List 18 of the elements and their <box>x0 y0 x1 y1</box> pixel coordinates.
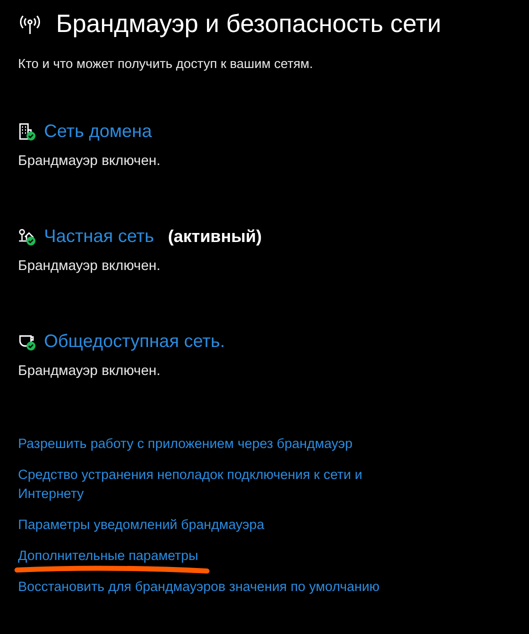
active-label: (активный) <box>168 226 262 246</box>
network-link[interactable]: Общедоступная сеть. <box>44 331 225 352</box>
settings-link[interactable]: Восстановить для брандмауэров значения по умолчанию <box>18 577 380 596</box>
cup-icon <box>18 332 36 350</box>
home-network-icon <box>18 228 36 246</box>
network-link[interactable]: Сеть домена <box>44 121 152 142</box>
building-icon <box>18 122 36 140</box>
network-link[interactable]: Частная сеть <box>44 226 154 247</box>
settings-link[interactable]: Дополнительные параметры <box>18 546 198 565</box>
page-subtitle: Кто и что может получить доступ к вашим сетям. <box>18 56 314 71</box>
firewall-status: Брандмауэр включен. <box>18 257 162 273</box>
settings-link[interactable]: Параметры уведомлений брандмауэра <box>18 515 264 534</box>
page-title: Брандмауэр и безопасность сети <box>56 10 442 39</box>
firewall-status: Брандмауэр включен. <box>18 362 162 378</box>
firewall-status: Брандмауэр включен. <box>18 152 162 168</box>
wireless-icon <box>18 12 42 36</box>
settings-link[interactable]: Разрешить работу с приложением через брандмауэр <box>18 434 352 453</box>
settings-link[interactable]: Средство устранения неполадок подключения к сети и Интернету <box>18 465 398 503</box>
